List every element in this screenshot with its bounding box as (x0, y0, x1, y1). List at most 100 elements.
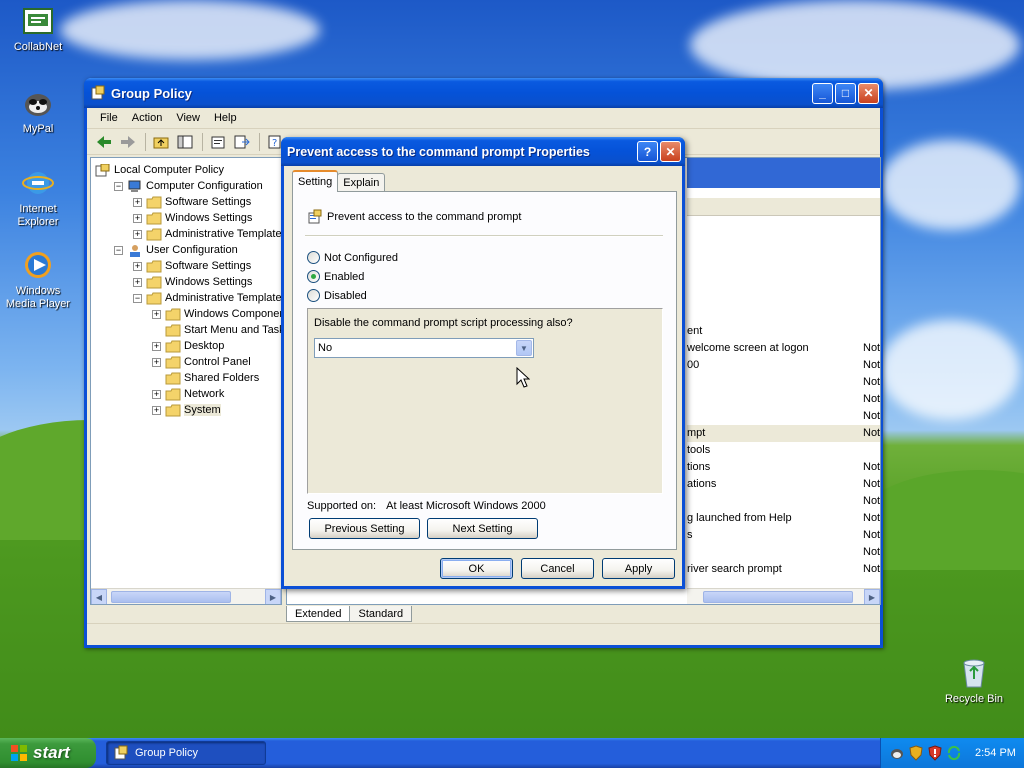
expand-toggle-icon[interactable]: + (133, 277, 142, 287)
tree-item[interactable]: Shared Folders (152, 370, 259, 386)
radio-not-configured[interactable]: Not Configured (307, 251, 398, 264)
dialog-help-button[interactable]: ? (637, 141, 658, 162)
setting-row[interactable]: g launched from Help Not (687, 510, 880, 527)
setting-row[interactable]: mpt Not (687, 425, 880, 442)
dialog-close-button[interactable]: ✕ (660, 141, 681, 162)
scroll-right-button[interactable]: ▶ (864, 589, 880, 604)
tree-item[interactable]: + Software Settings (133, 258, 251, 274)
desktop-icon-media-player[interactable]: Windows Media Player (0, 248, 76, 311)
mypal-tray-icon[interactable] (889, 745, 905, 761)
expand-toggle-icon[interactable]: − (114, 245, 123, 255)
expand-toggle-icon[interactable]: + (133, 229, 142, 239)
taskbar-item-group-policy[interactable]: Group Policy (106, 741, 266, 765)
setting-row[interactable]: river search prompt Not (687, 561, 880, 578)
desktop-icon-collabnet[interactable]: CollabNet (0, 4, 76, 54)
setting-row[interactable]: Not (687, 544, 880, 561)
tree-item[interactable]: Local Computer Policy (95, 162, 224, 178)
desktop-icon-recycle-bin[interactable]: Recycle Bin (936, 656, 1012, 706)
start-button[interactable]: start (0, 738, 96, 768)
clock[interactable]: 2:54 PM (975, 747, 1016, 759)
setting-row[interactable]: ations Not (687, 476, 880, 493)
setting-row[interactable]: Not (687, 408, 880, 425)
expand-toggle-icon[interactable]: + (152, 309, 161, 319)
setting-row[interactable]: ent (687, 323, 880, 340)
show-hide-tree-button[interactable] (174, 132, 196, 152)
expand-toggle-icon[interactable]: + (133, 261, 142, 271)
scroll-right-button[interactable]: ▶ (265, 589, 281, 604)
tree-item[interactable]: + Software Settings (133, 194, 251, 210)
expand-toggle-icon[interactable]: + (152, 405, 161, 415)
maximize-button[interactable]: □ (835, 82, 856, 104)
setting-row[interactable]: Not (687, 374, 880, 391)
expand-toggle-icon[interactable]: + (133, 213, 142, 223)
radio-enabled[interactable]: Enabled (307, 270, 364, 283)
alert-shield-icon[interactable] (927, 745, 943, 761)
scroll-thumb[interactable] (703, 591, 853, 603)
setting-row[interactable]: Not (687, 493, 880, 510)
tree-item[interactable]: − User Configuration (114, 242, 238, 258)
menu-action[interactable]: Action (125, 112, 170, 124)
setting-row[interactable]: tions Not (687, 459, 880, 476)
desktop-icon-mypal[interactable]: MyPal (0, 86, 76, 136)
tree-item[interactable]: + Windows Settings (133, 210, 252, 226)
tree-item[interactable]: + Network (152, 386, 224, 402)
minimize-button[interactable]: _ (812, 82, 833, 104)
expand-toggle-icon[interactable]: + (133, 197, 142, 207)
tab-extended[interactable]: Extended (286, 606, 351, 622)
dialog-title-bar[interactable]: Prevent access to the command prompt Pro… (281, 137, 685, 166)
tree-item[interactable]: + Windows Settings (133, 274, 252, 290)
tab-standard[interactable]: Standard (349, 606, 413, 622)
setting-row[interactable]: 00 Not (687, 357, 880, 374)
tree-item[interactable]: − Computer Configuration (114, 178, 263, 194)
tree-item[interactable]: + Administrative Templates (133, 226, 281, 242)
tree-item[interactable]: Start Menu and Taskbar (152, 322, 281, 338)
radio-button[interactable] (307, 251, 320, 264)
expand-toggle-icon[interactable]: + (152, 357, 161, 367)
radio-button[interactable] (307, 270, 320, 283)
chevron-down-icon[interactable]: ▼ (516, 340, 532, 356)
back-button[interactable] (93, 132, 115, 152)
cancel-button[interactable]: Cancel (521, 558, 594, 579)
up-folder-button[interactable] (150, 132, 172, 152)
scroll-thumb[interactable] (111, 591, 231, 603)
setting-row[interactable]: s Not (687, 527, 880, 544)
settings-horizontal-scrollbar[interactable]: ▶ (687, 588, 880, 604)
next-setting-button[interactable]: Next Setting (427, 518, 538, 539)
tree-item[interactable]: + Desktop (152, 338, 224, 354)
setting-row[interactable]: welcome screen at logon Not (687, 340, 880, 357)
menu-view[interactable]: View (169, 112, 207, 124)
expand-toggle-icon[interactable]: − (133, 293, 142, 303)
properties-button[interactable] (207, 132, 229, 152)
ok-button[interactable]: OK (440, 558, 513, 579)
expand-toggle-icon[interactable]: + (152, 341, 161, 351)
tab-explain[interactable]: Explain (337, 173, 386, 192)
export-list-button[interactable] (231, 132, 253, 152)
radio-disabled[interactable]: Disabled (307, 289, 367, 302)
security-shield-icon[interactable] (908, 745, 924, 761)
previous-setting-button[interactable]: Previous Setting (309, 518, 420, 539)
menu-file[interactable]: File (93, 112, 125, 124)
settings-column-header[interactable] (687, 198, 880, 216)
network-sync-icon[interactable] (946, 745, 962, 761)
window-title-bar[interactable]: Group Policy _ □ ✕ (84, 78, 883, 108)
setting-row[interactable]: Not (687, 391, 880, 408)
apply-button[interactable]: Apply (602, 558, 675, 579)
scroll-left-button[interactable]: ◀ (91, 589, 107, 604)
tree-item[interactable]: + Windows Components (152, 306, 281, 322)
expand-toggle-icon[interactable]: + (152, 389, 161, 399)
forward-arrow-icon (121, 135, 135, 148)
forward-button[interactable] (117, 132, 139, 152)
tree-item[interactable]: + System (152, 402, 221, 418)
tree-item[interactable]: + Control Panel (152, 354, 251, 370)
tree-item[interactable]: − Administrative Templates (133, 290, 281, 306)
tree-horizontal-scrollbar[interactable]: ◀ ▶ (91, 588, 281, 604)
script-processing-dropdown[interactable]: No ▼ (314, 338, 534, 358)
expand-toggle-icon[interactable]: − (114, 181, 123, 191)
desktop-icon-internet-explorer[interactable]: Internet Explorer (0, 166, 76, 229)
setting-row[interactable]: tools (687, 442, 880, 459)
tree-pane[interactable]: Local Computer Policy − Computer Configura… (90, 157, 282, 605)
tab-setting[interactable]: Setting (292, 170, 339, 192)
close-button[interactable]: ✕ (858, 82, 879, 104)
menu-help[interactable]: Help (207, 112, 244, 124)
radio-button[interactable] (307, 289, 320, 302)
